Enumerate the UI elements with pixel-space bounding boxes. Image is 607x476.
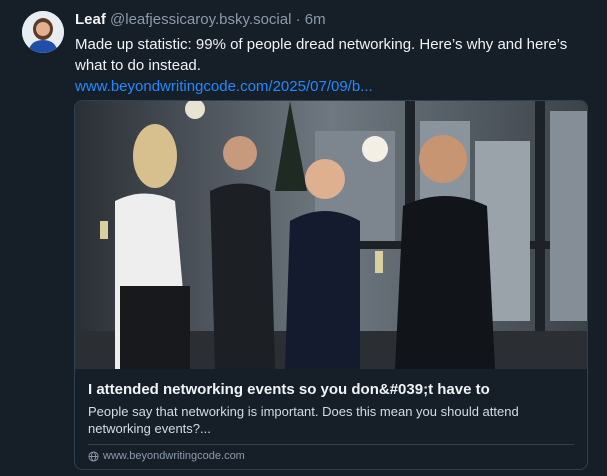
card-divider	[88, 444, 574, 445]
card-description: People say that networking is important.…	[88, 404, 519, 436]
post[interactable]: Leaf @leafjessicaroy.bsky.social · 6m Ma…	[0, 0, 607, 476]
post-text: Made up statistic: 99% of people dread n…	[75, 36, 568, 74]
post-timestamp[interactable]: 6m	[305, 11, 326, 28]
link-preview-image	[75, 101, 587, 369]
card-title[interactable]: I attended networking events so you don&…	[88, 380, 578, 400]
card-domain[interactable]: www.beyondwritingcode.com	[88, 450, 245, 462]
post-link[interactable]: www.beyondwritingcode.com/2025/07/09/b..…	[75, 76, 590, 97]
author-name[interactable]: Leaf	[75, 11, 106, 28]
link-preview-card[interactable]: I attended networking events so you don&…	[74, 100, 588, 470]
post-header: Leaf @leafjessicaroy.bsky.social · 6m	[75, 10, 326, 30]
globe-icon	[88, 450, 99, 462]
post-body: Made up statistic: 99% of people dread n…	[75, 34, 590, 97]
author-handle[interactable]: @leafjessicaroy.bsky.social	[110, 11, 291, 28]
card-domain-text: www.beyondwritingcode.com	[103, 450, 245, 462]
separator-dot: ·	[295, 11, 301, 28]
author-avatar[interactable]	[22, 11, 64, 53]
